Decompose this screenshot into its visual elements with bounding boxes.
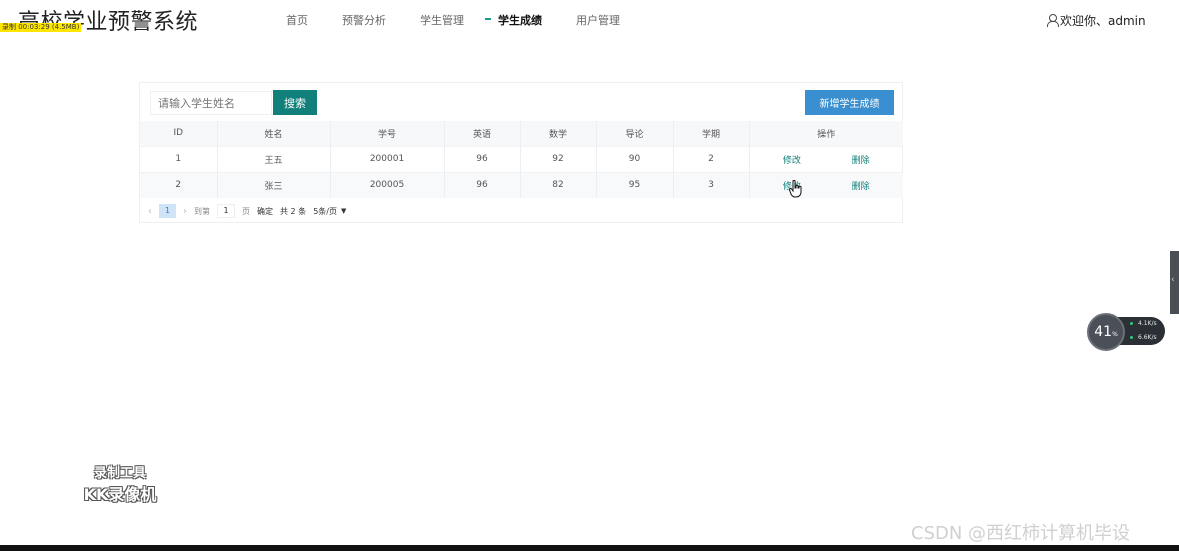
col-english[interactable]: 英语	[444, 121, 521, 146]
search-button[interactable]: 搜索	[273, 90, 317, 115]
col-math[interactable]: 数学	[520, 121, 597, 146]
page-size-select[interactable]: 5条/页 ▼	[313, 206, 346, 217]
nav-user-management[interactable]: 用户管理	[576, 12, 620, 28]
recording-watermark: 录制 00:03:29 (4.5MB)	[0, 23, 82, 32]
recorder-line1: 录制工具	[93, 466, 146, 481]
cell-term: 2	[673, 145, 750, 172]
col-name[interactable]: 姓名	[217, 121, 331, 146]
table-header-row: ID 姓名 学号 英语 数学 导论 学期 操作	[140, 121, 903, 146]
goto-page-input[interactable]: 1	[217, 204, 235, 218]
cell-actions: 修改 删除	[749, 171, 903, 198]
page-number-current[interactable]: 1	[159, 204, 176, 218]
top-navbar: 高校学业预警系统 录制 00:03:29 (4.5MB) 首页 预警分析 学生管…	[0, 0, 1179, 40]
col-id[interactable]: ID	[140, 121, 218, 146]
user-menu[interactable]: 欢迎你、admin	[1047, 12, 1146, 29]
upload-dot-icon	[1130, 322, 1133, 325]
cell-english: 96	[444, 171, 521, 198]
download-speed: 6.6K/s	[1130, 334, 1157, 341]
user-welcome: 欢迎你、admin	[1060, 14, 1146, 28]
cell-id: 1	[140, 145, 218, 172]
nav-warning-analysis[interactable]: 预警分析	[342, 12, 386, 28]
cell-name: 王五	[217, 145, 331, 172]
bottom-bar	[0, 545, 1179, 551]
cell-number: 200001	[330, 145, 445, 172]
cell-intro: 95	[596, 171, 674, 198]
add-grade-button[interactable]: 新增学生成绩	[805, 90, 894, 115]
grades-panel: 搜索 新增学生成绩 ID 姓名 学号 英语 数学 导论 学期 操作 1 王五 2…	[139, 82, 903, 223]
nav-student-management[interactable]: 学生管理	[420, 12, 464, 28]
recorder-logo: 录制工具 KK录像机	[74, 462, 166, 505]
delete-link[interactable]: 删除	[852, 179, 870, 192]
download-dot-icon	[1130, 336, 1133, 339]
table-row[interactable]: 1 王五 200001 96 92 90 2 修改 删除	[140, 145, 903, 172]
pagination: ‹ 1 › 到第 1 页 确定 共 2 条 5条/页 ▼	[148, 204, 353, 218]
csdn-watermark: CSDN @西红柿计算机毕设	[911, 523, 1131, 544]
goto-label: 到第	[194, 206, 210, 216]
cell-english: 96	[444, 145, 521, 172]
cell-intro: 90	[596, 145, 674, 172]
goto-confirm-button[interactable]: 确定	[257, 206, 273, 217]
nav-student-grades[interactable]: 学生成绩	[485, 12, 542, 28]
side-collapse-tab[interactable]	[1170, 251, 1179, 314]
cell-math: 82	[520, 171, 597, 198]
cell-math: 92	[520, 145, 597, 172]
cell-id: 2	[140, 171, 218, 198]
cell-number: 200005	[330, 171, 445, 198]
col-actions: 操作	[749, 121, 903, 146]
cpu-usage-value: 41	[1094, 324, 1113, 340]
cell-term: 3	[673, 171, 750, 198]
prev-page-icon[interactable]: ‹	[148, 206, 152, 217]
user-icon	[1047, 14, 1059, 27]
upload-speed: 4.1K/s	[1130, 320, 1157, 327]
page-size-value: 5条/页	[313, 206, 337, 216]
delete-link[interactable]: 删除	[852, 153, 870, 166]
cell-actions: 修改 删除	[749, 145, 903, 172]
cpu-usage-circle: 41%	[1087, 313, 1125, 351]
recorder-line2: KK录像机	[83, 485, 157, 504]
col-number[interactable]: 学号	[330, 121, 445, 146]
cpu-usage-unit: %	[1112, 331, 1118, 338]
next-page-icon[interactable]: ›	[183, 206, 187, 217]
chevron-down-icon: ▼	[340, 207, 347, 215]
edit-link[interactable]: 修改	[783, 153, 801, 166]
col-term[interactable]: 学期	[673, 121, 750, 146]
main-nav: 首页 预警分析 学生管理 学生成绩 用户管理	[286, 12, 654, 28]
nav-home[interactable]: 首页	[286, 12, 308, 28]
cell-name: 张三	[217, 171, 331, 198]
hand-cursor-icon	[789, 180, 802, 198]
col-intro[interactable]: 导论	[596, 121, 674, 146]
page-suffix: 页	[242, 206, 250, 216]
search-input[interactable]	[150, 91, 272, 115]
network-speed-widget: 41% 4.1K/s 6.6K/s	[1087, 313, 1165, 351]
total-count: 共 2 条	[280, 206, 307, 216]
